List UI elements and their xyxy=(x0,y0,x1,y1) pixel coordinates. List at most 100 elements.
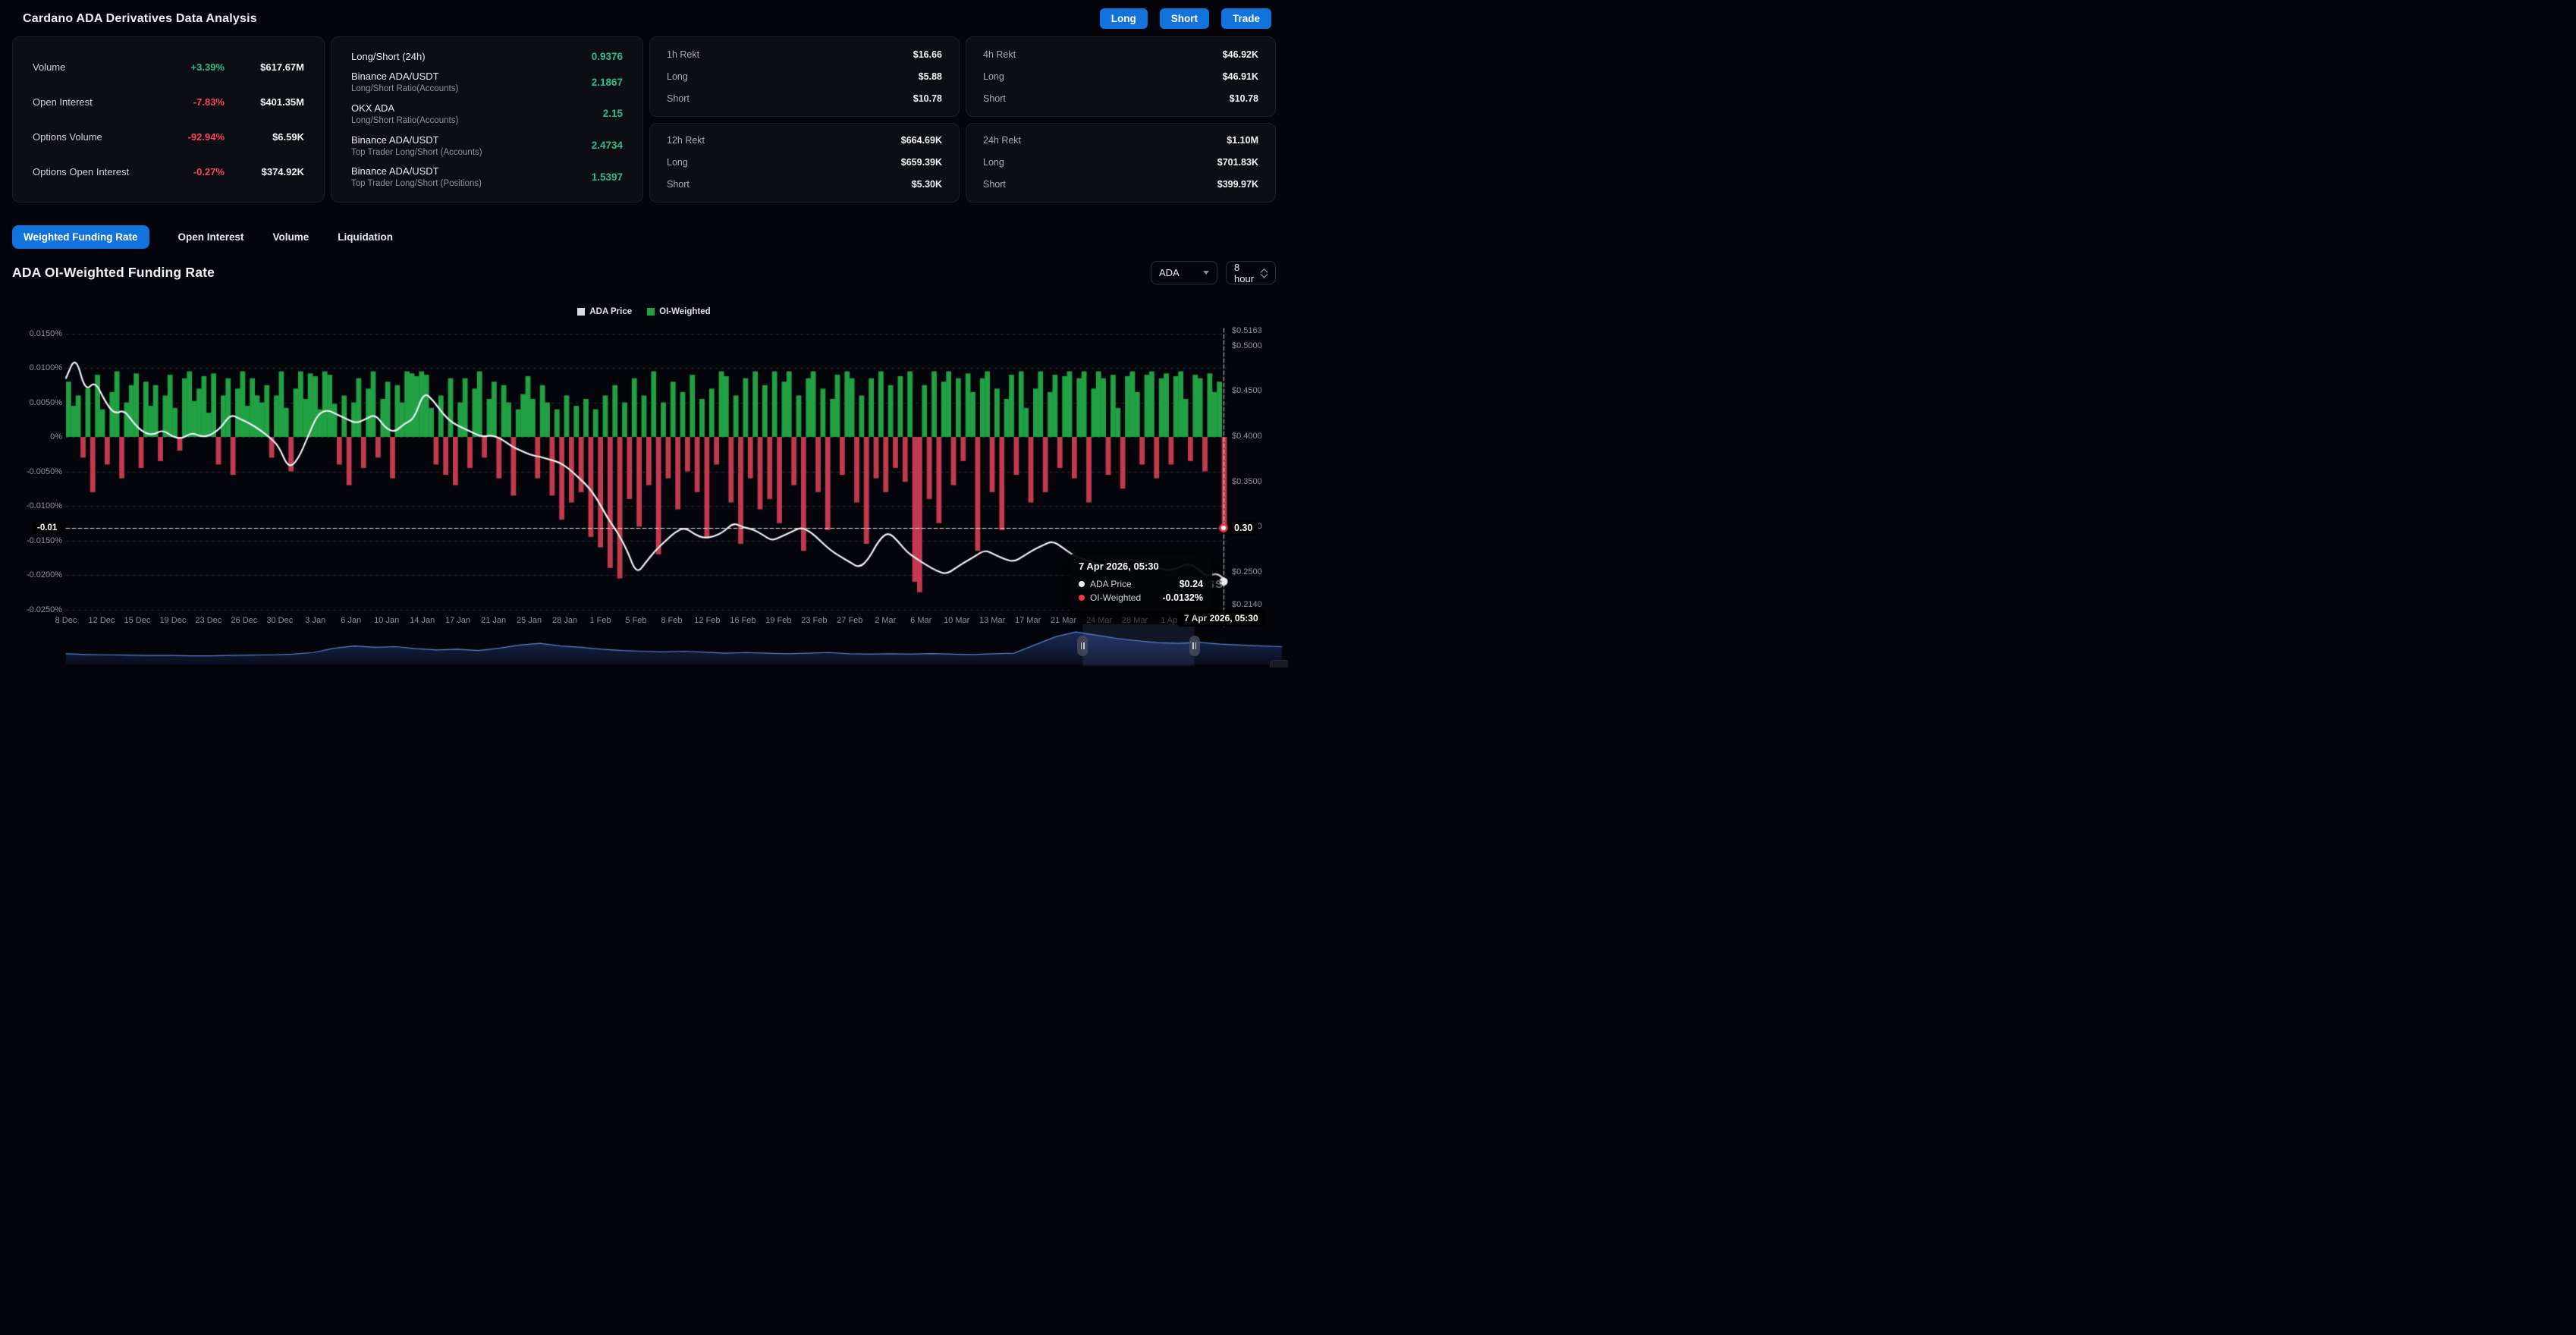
rekt-short-value: $10.78 xyxy=(913,93,942,104)
rekt-long-label: Long xyxy=(983,71,1004,82)
stat-value: $401.35M xyxy=(225,96,304,108)
rekt-short-label: Short xyxy=(667,179,690,190)
stat-value: $617.67M xyxy=(225,61,304,73)
x-axis-tick: 1 Feb xyxy=(589,616,611,625)
x-axis-tick: 8 Dec xyxy=(55,616,77,625)
stat-value: $6.59K xyxy=(225,131,304,143)
legend-label: OI-Weighted xyxy=(659,307,711,316)
ls-row: OKX ADA Long/Short Ratio(Accounts) 2.15 xyxy=(351,102,623,125)
crosshair-left-badge: -0.01 xyxy=(32,522,62,534)
ls-title: Binance ADA/USDT xyxy=(351,134,592,146)
x-axis-tick: 13 Mar xyxy=(979,616,1005,625)
rekt-short-label: Short xyxy=(983,179,1006,190)
y-axis-right-tick: $0.4000 xyxy=(1232,432,1262,441)
ls-subtitle: Top Trader Long/Short (Accounts) xyxy=(351,148,592,157)
x-axis-tick: 10 Jan xyxy=(374,616,399,625)
chart-legend: ADA Price OI-Weighted xyxy=(0,307,1288,316)
rekt-long-value: $5.88 xyxy=(919,71,942,82)
rekt-card-4h: 4h Rekt$46.92K Long$46.91K Short$10.78 xyxy=(966,36,1276,117)
rekt-cards-grid: 1h Rekt$16.66 Long$5.88 Short$10.78 4h R… xyxy=(649,36,1276,203)
ls-value: 2.4734 xyxy=(592,140,623,151)
symbol-select[interactable]: ADA xyxy=(1151,261,1217,284)
y-axis-left-tick: 0.0050% xyxy=(20,398,62,407)
short-button[interactable]: Short xyxy=(1160,8,1209,29)
rekt-label: 1h Rekt xyxy=(667,49,699,60)
ls-row: Binance ADA/USDT Long/Short Ratio(Accoun… xyxy=(351,71,623,93)
y-axis-right-tick: $0.4500 xyxy=(1232,386,1262,395)
y-axis-left-tick: 0.0150% xyxy=(20,329,62,338)
x-axis-tick: 15 Dec xyxy=(124,616,150,625)
rekt-long-value: $701.83K xyxy=(1217,157,1258,168)
x-axis-tick: 21 Jan xyxy=(481,616,506,625)
ls-title: Long/Short (24h) xyxy=(351,51,592,62)
y-axis-left-tick: -0.0100% xyxy=(20,501,62,510)
ls-title: Binance ADA/USDT xyxy=(351,71,592,82)
stats-cards-row: Volume +3.39% $617.67M Open Interest -7.… xyxy=(12,36,1276,203)
long-short-card: Long/Short (24h) 0.9376 Binance ADA/USDT… xyxy=(331,36,643,203)
stat-row-options-volume: Options Volume -92.94% $6.59K xyxy=(33,131,304,143)
ls-value: 2.1867 xyxy=(592,77,623,88)
x-axis-tick: 12 Dec xyxy=(89,616,115,625)
rekt-short-value: $5.30K xyxy=(912,179,942,190)
rekt-total: $664.69K xyxy=(901,135,942,146)
tooltip-value: -0.0132% xyxy=(1162,592,1203,603)
stat-label: Options Open Interest xyxy=(33,166,141,177)
long-button[interactable]: Long xyxy=(1100,8,1148,29)
y-axis-left-tick: -0.0050% xyxy=(20,467,62,476)
legend-swatch-green xyxy=(647,308,655,316)
legend-swatch-white xyxy=(577,308,585,316)
y-axis-right-tick: $0.5163 xyxy=(1232,326,1262,335)
legend-item-oi-weighted[interactable]: OI-Weighted xyxy=(647,307,711,316)
x-axis-tick: 27 Feb xyxy=(837,616,862,625)
trade-button[interactable]: Trade xyxy=(1221,8,1271,29)
x-axis-tick: 24 Mar xyxy=(1086,616,1112,625)
chart-controls: ADA 8 hour xyxy=(1151,261,1276,284)
page-title: Cardano ADA Derivatives Data Analysis xyxy=(23,12,257,26)
tab-open-interest[interactable]: Open Interest xyxy=(178,225,244,249)
rekt-short-label: Short xyxy=(983,93,1006,104)
legend-item-ada-price[interactable]: ADA Price xyxy=(577,307,632,316)
navigator-right-handle[interactable] xyxy=(1189,636,1200,656)
ls-row: Binance ADA/USDT Top Trader Long/Short (… xyxy=(351,134,623,157)
navigator-left-handle[interactable] xyxy=(1077,636,1088,656)
y-axis-left-tick: 0% xyxy=(20,432,62,441)
rekt-card-24h: 24h Rekt$1.10M Long$701.83K Short$399.97… xyxy=(966,123,1276,203)
market-stats-card: Volume +3.39% $617.67M Open Interest -7.… xyxy=(12,36,325,203)
x-axis-tick: 17 Mar xyxy=(1015,616,1041,625)
navigator-zoom-button[interactable] xyxy=(1270,660,1288,668)
tab-liquidation[interactable]: Liquidation xyxy=(338,225,393,249)
chart-tabs: Weighted Funding Rate Open Interest Volu… xyxy=(12,225,1265,249)
ls-row: Binance ADA/USDT Top Trader Long/Short (… xyxy=(351,165,623,188)
tab-volume[interactable]: Volume xyxy=(273,225,309,249)
rekt-short-label: Short xyxy=(667,93,690,104)
chart-tooltip: 7 Apr 2026, 05:30 ADA Price $0.24 OI-Wei… xyxy=(1070,554,1212,611)
y-axis-right-tick: $0.2140 xyxy=(1232,600,1262,609)
x-axis-tick: 6 Mar xyxy=(910,616,931,625)
x-axis-tick: 28 Jan xyxy=(552,616,577,625)
y-axis-left-tick: -0.0150% xyxy=(20,536,62,545)
ls-title: Binance ADA/USDT xyxy=(351,165,592,177)
tab-weighted-funding-rate[interactable]: Weighted Funding Rate xyxy=(12,225,149,249)
rekt-long-label: Long xyxy=(667,157,688,168)
x-axis-tick: 23 Feb xyxy=(801,616,827,625)
ls-row: Long/Short (24h) 0.9376 xyxy=(351,51,623,62)
crosshair-date-badge: 7 Apr 2026, 05:30 xyxy=(1177,610,1265,627)
x-axis-tick: 30 Dec xyxy=(266,616,293,625)
x-axis-tick: 8 Feb xyxy=(661,616,682,625)
y-axis-left-tick: -0.0250% xyxy=(20,605,62,614)
interval-select[interactable]: 8 hour xyxy=(1226,261,1276,284)
rekt-short-value: $399.97K xyxy=(1217,179,1258,190)
chart-header: ADA OI-Weighted Funding Rate ADA 8 hour xyxy=(12,261,1276,284)
crosshair-right-badge: 0.30 xyxy=(1228,520,1258,536)
y-axis-left-tick: -0.0200% xyxy=(20,570,62,580)
stat-change: -92.94% xyxy=(141,131,225,143)
spinner-icons xyxy=(1261,269,1268,278)
stat-label: Volume xyxy=(33,61,141,73)
x-axis-tick: 19 Feb xyxy=(765,616,791,625)
rekt-total: $46.92K xyxy=(1223,49,1258,60)
x-axis-tick: 12 Feb xyxy=(694,616,720,625)
legend-label: ADA Price xyxy=(589,307,632,316)
stat-value: $374.92K xyxy=(225,166,304,177)
stat-row-volume: Volume +3.39% $617.67M xyxy=(33,61,304,73)
tooltip-label: OI-Weighted xyxy=(1090,592,1141,603)
